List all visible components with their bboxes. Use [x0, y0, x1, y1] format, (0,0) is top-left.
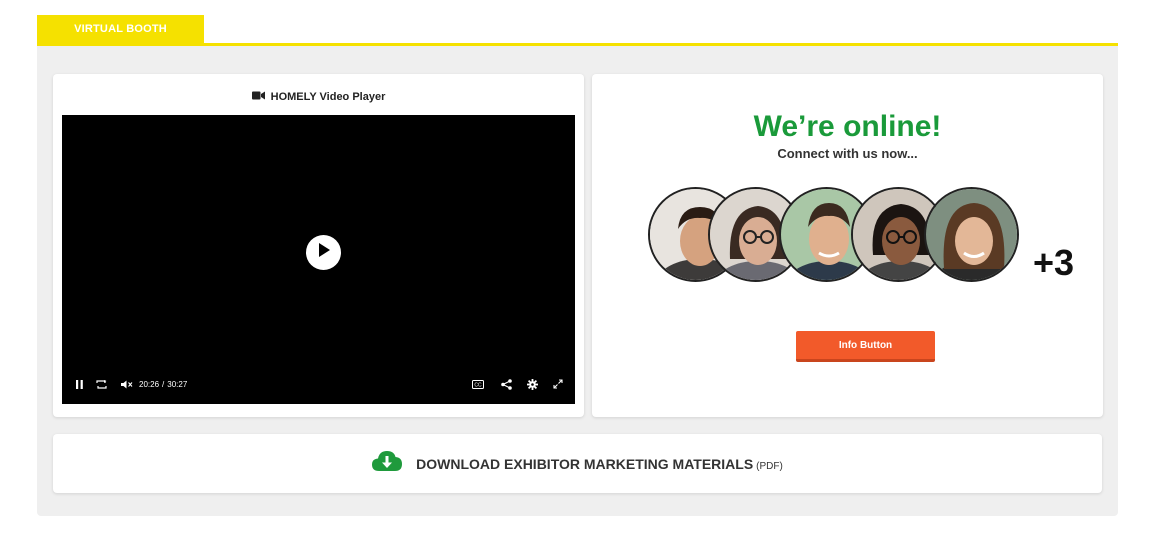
- video-screen[interactable]: 20:26 / 30:27 CC: [62, 115, 575, 404]
- avatar-group: [648, 187, 1028, 283]
- play-button[interactable]: [306, 235, 341, 270]
- video-player-title: HOMELY Video Player: [270, 91, 386, 103]
- tab-virtual-booth[interactable]: VIRTUAL BOOTH: [37, 15, 204, 43]
- download-label: DOWNLOAD EXHIBITOR MARKETING MATERIALS (P…: [416, 456, 783, 472]
- download-materials-link[interactable]: DOWNLOAD EXHIBITOR MARKETING MATERIALS (P…: [53, 434, 1102, 493]
- video-camera-icon: [251, 91, 265, 103]
- settings-icon[interactable]: [527, 378, 538, 390]
- video-duration: 30:27: [167, 379, 188, 389]
- info-button[interactable]: Info Button: [796, 331, 935, 362]
- online-subheading: Connect with us now...: [777, 146, 918, 161]
- pause-icon[interactable]: [76, 379, 83, 389]
- video-card: HOMELY Video Player 20:26 / 30:27 CC: [53, 74, 584, 417]
- svg-text:CC: CC: [474, 382, 482, 388]
- mute-icon[interactable]: [121, 380, 133, 389]
- download-label-text: DOWNLOAD EXHIBITOR MARKETING MATERIALS: [416, 455, 754, 472]
- closed-caption-icon[interactable]: CC: [472, 379, 484, 389]
- booth-panel: HOMELY Video Player 20:26 / 30:27 CC We’…: [37, 46, 1118, 516]
- fullscreen-icon[interactable]: [553, 379, 563, 389]
- online-card: We’re online! Connect with us now... +3 …: [592, 74, 1103, 417]
- video-current-time: 20:26: [139, 379, 160, 389]
- video-controls: 20:26 / 30:27 CC: [62, 376, 575, 392]
- video-player-header: HOMELY Video Player: [53, 91, 584, 103]
- cloud-download-icon: [372, 450, 403, 477]
- virtual-booth: VIRTUAL BOOTH HOMELY Video Player 20:26 …: [37, 15, 1118, 516]
- play-icon: [317, 242, 331, 263]
- share-icon[interactable]: [501, 378, 512, 390]
- avatar[interactable]: [924, 187, 1019, 282]
- video-time-separator: /: [162, 379, 165, 389]
- loop-icon[interactable]: [96, 379, 107, 389]
- download-format: (PDF): [756, 460, 783, 472]
- more-avatars-count: +3: [1033, 242, 1075, 283]
- online-heading: We’re online!: [753, 110, 942, 143]
